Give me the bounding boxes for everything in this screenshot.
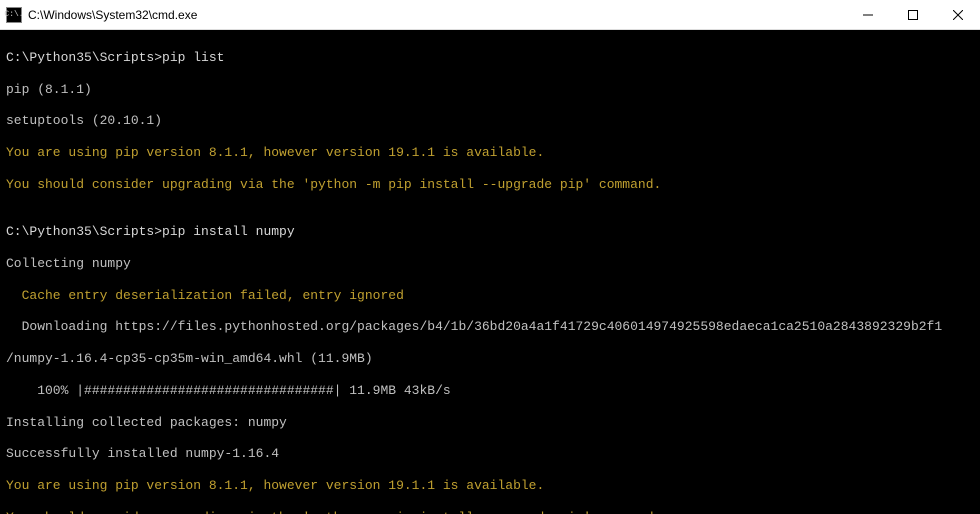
window-titlebar: C:\. C:\Windows\System32\cmd.exe [0, 0, 980, 30]
minimize-button[interactable] [845, 0, 890, 29]
warning-line: You are using pip version 8.1.1, however… [6, 145, 974, 161]
titlebar-left: C:\. C:\Windows\System32\cmd.exe [0, 7, 197, 23]
warning-line: You are using pip version 8.1.1, however… [6, 478, 974, 494]
command-input: pip list [162, 50, 224, 65]
cmd-icon: C:\. [6, 7, 22, 23]
output-line: Installing collected packages: numpy [6, 415, 974, 431]
cache-warning-line: Cache entry deserialization failed, entr… [6, 288, 974, 304]
command-input: pip install numpy [162, 224, 295, 239]
output-line: Successfully installed numpy-1.16.4 [6, 446, 974, 462]
output-line: Collecting numpy [6, 256, 974, 272]
maximize-button[interactable] [890, 0, 935, 29]
progress-line: 100% |################################| … [6, 383, 974, 399]
titlebar-buttons [845, 0, 980, 29]
output-line: /numpy-1.16.4-cp35-cp35m-win_amd64.whl (… [6, 351, 974, 367]
warning-line: You should consider upgrading via the 'p… [6, 510, 974, 514]
window-title: C:\Windows\System32\cmd.exe [28, 8, 197, 22]
output-line: setuptools (20.10.1) [6, 113, 974, 129]
close-button[interactable] [935, 0, 980, 29]
prompt: C:\Python35\Scripts> [6, 224, 162, 239]
warning-line: You should consider upgrading via the 'p… [6, 177, 974, 193]
prompt: C:\Python35\Scripts> [6, 50, 162, 65]
terminal-output[interactable]: C:\Python35\Scripts>pip list pip (8.1.1)… [0, 30, 980, 514]
output-line: Downloading https://files.pythonhosted.o… [6, 319, 974, 335]
output-line: pip (8.1.1) [6, 82, 974, 98]
